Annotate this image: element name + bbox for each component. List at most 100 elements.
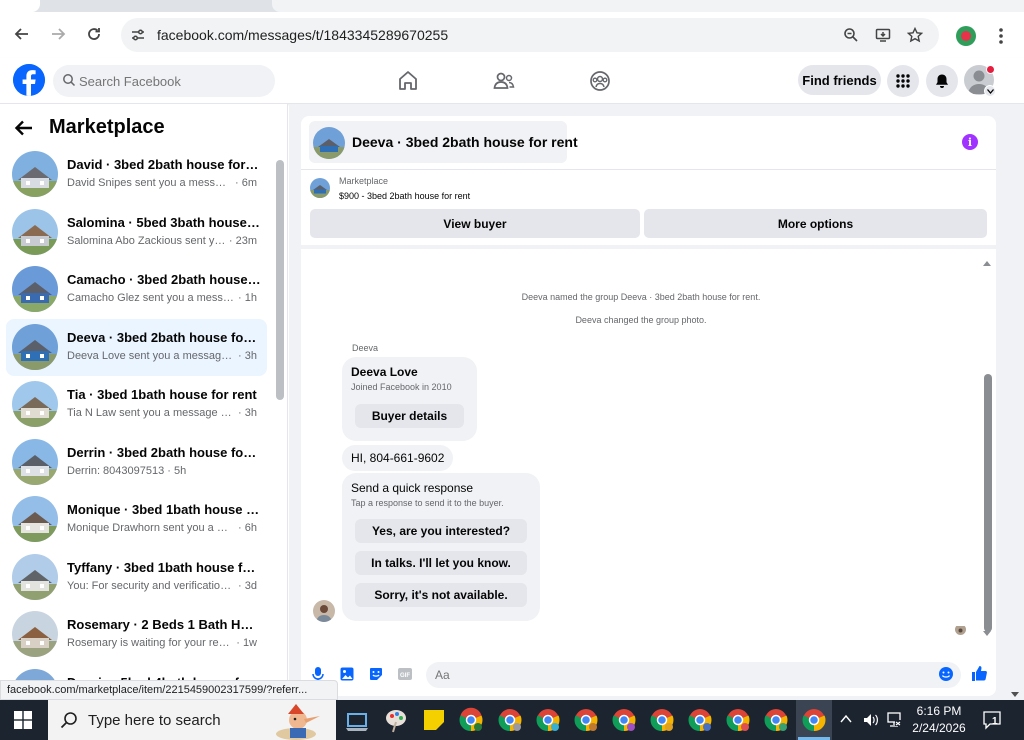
listing-price[interactable]: $900 - 3bed 2bath house for rent: [339, 191, 470, 201]
chat-header[interactable]: Deeva · 3bed 2bath house for rent: [309, 121, 578, 163]
listing-avatar: [310, 178, 330, 198]
groups-icon[interactable]: [587, 68, 613, 94]
bookmark-star-icon[interactable]: [906, 26, 924, 44]
url-text[interactable]: facebook.com/messages/t/1843345289670255: [157, 27, 448, 43]
back-arrow-icon[interactable]: [14, 118, 34, 138]
buyer-details-button[interactable]: Buyer details: [355, 404, 464, 428]
home-icon[interactable]: [395, 68, 421, 94]
chrome-profile-icon[interactable]: [457, 706, 485, 734]
conversation-preview: Deeva Love sent you a message ab...: [67, 349, 236, 362]
paint-app-icon[interactable]: [382, 706, 410, 734]
windows-start-icon[interactable]: [14, 711, 32, 729]
tray-chevron-up-icon[interactable]: [840, 714, 852, 724]
scroll-up-icon[interactable]: [982, 254, 992, 266]
conversation-title: Monique · 3bed 1bath house fo...: [67, 502, 261, 517]
sticky-notes-icon[interactable]: [420, 706, 448, 734]
search-icon: [60, 712, 77, 729]
quick-response-title: Send a quick response: [351, 481, 474, 495]
forward-icon[interactable]: [46, 22, 70, 46]
facebook-logo-icon[interactable]: [13, 64, 45, 96]
chrome-profile-icon[interactable]: [724, 706, 752, 734]
conversation-item[interactable]: Camacho · 3bed 2bath house fo... Camacho …: [6, 261, 267, 318]
chevron-down-icon[interactable]: [984, 85, 996, 97]
taskbar-search[interactable]: Type here to search: [48, 700, 336, 740]
sender-name: Deeva: [352, 343, 379, 353]
scroll-down-icon[interactable]: [982, 625, 992, 636]
conversation-item[interactable]: Derrin · 3bed 2bath house for r... Derrin…: [6, 434, 267, 491]
conversation-item[interactable]: David · 3bed 2bath house for rent David S…: [6, 146, 267, 203]
zoom-icon[interactable]: [842, 26, 860, 44]
find-friends-button[interactable]: Find friends: [798, 65, 881, 95]
image-icon[interactable]: [339, 666, 355, 682]
back-icon[interactable]: [10, 22, 34, 46]
install-app-icon[interactable]: [874, 26, 892, 44]
chrome-profile-icon[interactable]: [534, 706, 562, 734]
conversation-item[interactable]: Salomina · 5bed 3bath house fo... Salomin…: [6, 204, 267, 261]
conversation-item[interactable]: Monique · 3bed 1bath house fo... Monique …: [6, 491, 267, 548]
address-bar[interactable]: facebook.com/messages/t/1843345289670255: [121, 18, 939, 52]
page-scroll-down-icon[interactable]: [1010, 686, 1020, 697]
search-input[interactable]: [79, 65, 269, 97]
quick-response-option[interactable]: Yes, are you interested?: [355, 519, 527, 543]
facebook-search[interactable]: [53, 65, 275, 97]
chat-scrollbar[interactable]: [984, 374, 992, 632]
browser-tab-bar: [272, 0, 1024, 12]
message-input[interactable]: [426, 662, 961, 688]
chrome-profile-icon[interactable]: [572, 706, 600, 734]
reload-icon[interactable]: [82, 22, 106, 46]
sticker-icon[interactable]: [368, 666, 384, 682]
sidebar-scrollbar[interactable]: [276, 160, 284, 400]
conversation-preview-row: Rosemary is waiting for your resp... · 1w: [67, 637, 257, 649]
chrome-profile-icon[interactable]: [610, 706, 638, 734]
system-message: Deeva changed the group photo.: [575, 315, 707, 325]
file-explorer-icon[interactable]: [343, 706, 371, 734]
chrome-profile-icon[interactable]: [496, 706, 524, 734]
info-icon[interactable]: i: [962, 134, 978, 150]
conversation-avatar: [12, 151, 58, 197]
divider: [301, 169, 996, 170]
browser-tab[interactable]: [0, 0, 40, 12]
view-buyer-button[interactable]: View buyer: [310, 209, 640, 238]
thumbs-up-icon[interactable]: [970, 664, 988, 682]
main-area: Deeva · 3bed 2bath house for rent i Mark…: [289, 104, 1024, 700]
quick-response-subtitle: Tap a response to send it to the buyer.: [351, 498, 504, 508]
windows-taskbar: Type here to search 6:16 PM 2/24/2026 1: [0, 700, 1024, 740]
clock-time: 6:16 PM: [916, 704, 962, 718]
conversation-preview: David Snipes sent you a message ...: [67, 177, 232, 189]
conversation-title: Camacho · 3bed 2bath house fo...: [67, 272, 261, 287]
conversation-preview: Rosemary is waiting for your resp...: [67, 637, 234, 649]
conversation-item[interactable]: Tyffany · 3bed 1bath house for r... You: …: [6, 549, 267, 606]
notification-center-icon[interactable]: 1: [982, 710, 1004, 730]
quick-response-option[interactable]: In talks. I'll let you know.: [355, 551, 527, 575]
account-avatar[interactable]: [964, 65, 996, 97]
network-icon[interactable]: [886, 711, 902, 729]
profile-avatar-icon[interactable]: [956, 26, 976, 46]
conversation-item[interactable]: Tia · 3bed 1bath house for rent Tia N Law…: [6, 376, 267, 433]
conversation-avatar: [12, 266, 58, 312]
browser-tabstrip: [0, 0, 1024, 12]
chrome-profile-icon[interactable]: [762, 706, 790, 734]
conversation-item[interactable]: Rosemary · 2 Beds 1 Bath House Rosemary i…: [6, 606, 267, 663]
volume-icon[interactable]: [862, 712, 880, 728]
marketplace-label: Marketplace: [339, 176, 389, 186]
chrome-active-icon[interactable]: [800, 706, 828, 734]
browser-menu-icon[interactable]: [996, 26, 1006, 46]
link-status-bar: facebook.com/marketplace/item/2215459002…: [0, 680, 338, 700]
gif-icon[interactable]: GIF: [397, 666, 413, 682]
site-settings-icon[interactable]: [129, 26, 147, 44]
taskbar-clock[interactable]: 6:16 PM 2/24/2026: [906, 703, 972, 737]
chrome-profile-icon[interactable]: [686, 706, 714, 734]
conversation-title: Salomina · 5bed 3bath house fo...: [67, 214, 261, 230]
conversation-preview-row: Derrin: 8043097513 · 5h: [67, 465, 257, 477]
emoji-icon[interactable]: [938, 666, 954, 682]
conversation-preview: Tia N Law sent you a message abo...: [67, 407, 236, 419]
more-options-button[interactable]: More options: [644, 209, 987, 238]
friends-icon[interactable]: [491, 68, 517, 94]
quick-response-option[interactable]: Sorry, it's not available.: [355, 583, 527, 607]
menu-grid-icon[interactable]: [887, 65, 919, 97]
sender-avatar[interactable]: [313, 600, 335, 622]
notifications-bell-icon[interactable]: [926, 65, 958, 97]
chrome-profile-icon[interactable]: [648, 706, 676, 734]
conversation-time: · 6h: [238, 522, 257, 534]
conversation-item[interactable]: Deeva · 3bed 2bath house for r... Deeva L…: [6, 318, 267, 376]
